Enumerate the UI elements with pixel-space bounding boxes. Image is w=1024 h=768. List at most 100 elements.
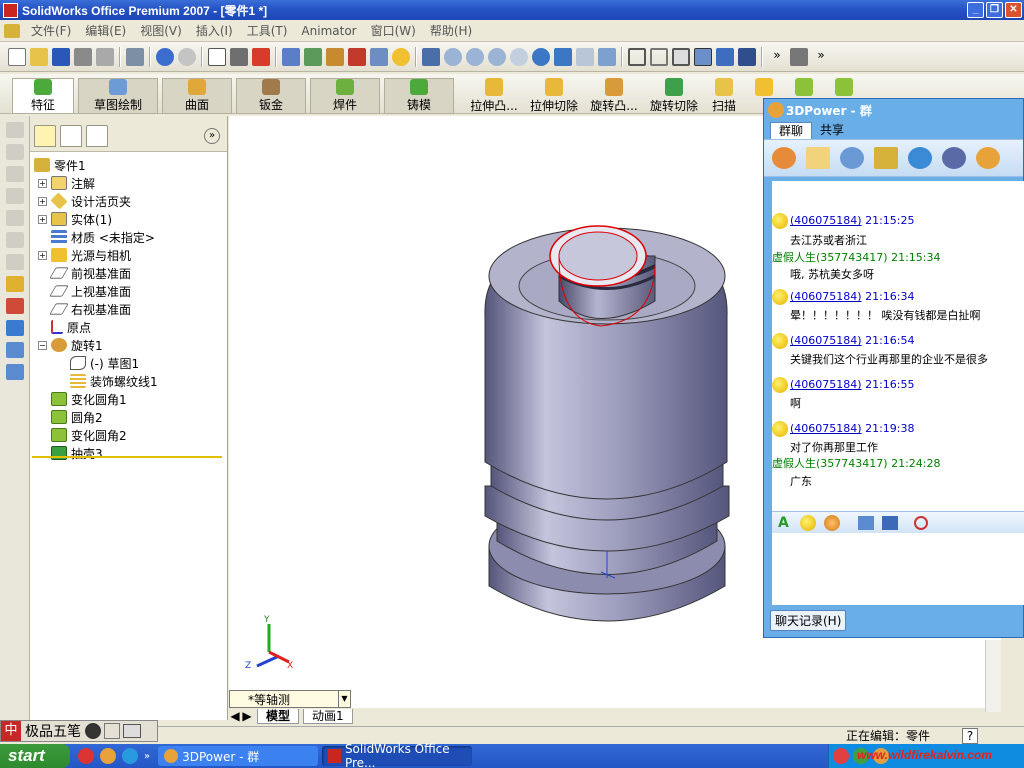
extruded-cut-button[interactable]: 拉伸切除 (524, 78, 584, 114)
paste-icon[interactable] (5, 364, 24, 380)
video-icon[interactable] (908, 147, 932, 169)
measure-icon[interactable] (422, 47, 440, 66)
print-preview-icon[interactable] (96, 47, 114, 66)
menu-window[interactable]: 窗口(W) (364, 22, 423, 39)
select-pointer-icon[interactable] (208, 47, 226, 66)
tree-item-lights-cameras[interactable]: + 光源与相机 (38, 246, 131, 264)
tree-item-solid-bodies[interactable]: + 实体(1) (38, 210, 112, 228)
tree-root[interactable]: 零件1 (34, 156, 86, 174)
tab-mold-tools[interactable]: 铸模 (384, 78, 454, 114)
toolbar-overflow-icon[interactable]: » (768, 48, 786, 66)
toolbar-overflow-2-icon[interactable]: » (812, 48, 830, 66)
tree-item-annotations[interactable]: + 注解 (38, 174, 95, 192)
ime-keyboard-icon[interactable] (123, 724, 141, 738)
task-qq-group[interactable]: 3DPower - 群 (158, 746, 319, 766)
close-button[interactable]: ✕ (1005, 2, 1022, 18)
revolved-boss-button[interactable]: 旋转凸... (584, 78, 644, 114)
rebuild-icon[interactable] (252, 47, 270, 66)
font-icon[interactable]: A (778, 515, 794, 531)
expand-toggle[interactable]: + (38, 214, 47, 224)
quicklaunch-3d-icon[interactable] (78, 748, 94, 764)
wireframe-icon[interactable] (628, 47, 646, 66)
expand-panel-icon[interactable]: » (204, 128, 220, 144)
menu-view[interactable]: 视图(V) (133, 22, 189, 39)
zoom-fit-icon[interactable] (444, 47, 462, 66)
tree-item-variable-fillet1[interactable]: 变化圆角1 (51, 390, 127, 408)
settings-icon[interactable] (942, 147, 966, 169)
tree-item-front-plane[interactable]: 前视基准面 (49, 264, 131, 282)
tab-scroll-right-icon[interactable]: ▶ (241, 709, 253, 723)
minimize-button[interactable]: _ (967, 2, 984, 18)
zoom-selection-icon[interactable] (510, 47, 528, 66)
power-icon[interactable] (790, 47, 808, 66)
message-sender[interactable]: (406075184) (790, 378, 862, 391)
menu-help[interactable]: 帮助(H) (423, 22, 479, 39)
copy-icon[interactable] (5, 342, 24, 358)
tree-item-origin[interactable]: 原点 (51, 318, 91, 336)
standard-views-icon[interactable] (598, 47, 616, 66)
tab-group-chat[interactable]: 群聊 (770, 122, 813, 139)
image-icon[interactable] (882, 515, 898, 530)
tab-surfaces[interactable]: 曲面 (162, 78, 232, 114)
zoom-area-icon[interactable] (466, 47, 484, 66)
ime-zhong-icon[interactable]: 中 (1, 721, 21, 741)
menu-file[interactable]: 文件(F) (24, 22, 78, 39)
message-sender[interactable]: (406075184) (790, 334, 862, 347)
start-button[interactable]: start (0, 744, 70, 768)
tab-features[interactable]: 特征 (12, 78, 74, 114)
viewport-scrollbar[interactable] (985, 640, 1001, 712)
sketch-pencil-icon[interactable] (5, 276, 24, 292)
tray-icon[interactable] (833, 748, 849, 764)
ime-punctuation-icon[interactable] (104, 723, 120, 739)
tab-sketch[interactable]: 草图绘制 (78, 78, 158, 114)
open-folder-icon[interactable] (30, 47, 48, 66)
notes-icon[interactable] (874, 147, 898, 169)
tab-animation1[interactable]: 动画1 (303, 708, 353, 724)
task-solidworks[interactable]: SolidWorks Office Pre... (322, 742, 473, 768)
members-icon[interactable] (772, 147, 796, 169)
ime-name[interactable]: 极品五笔 (25, 721, 81, 741)
new-file-icon[interactable] (8, 47, 26, 66)
pan-icon[interactable] (554, 47, 572, 66)
tree-item-sketch1[interactable]: (-) 草图1 (70, 354, 139, 372)
tab-weldments[interactable]: 焊件 (310, 78, 380, 114)
qq-message-list[interactable]: (406075184) 21:15:25 去江苏或者浙江 虚假人生(357743… (772, 181, 1024, 511)
hidden-lines-visible-icon[interactable] (650, 47, 668, 66)
rollback-bar[interactable] (32, 456, 222, 458)
extruded-boss-button[interactable]: 拉伸凸... (464, 78, 524, 114)
menu-tools[interactable]: 工具(T) (240, 22, 295, 39)
tree-item-material[interactable]: 材质 <未指定> (51, 228, 155, 246)
history-clear-icon[interactable] (914, 515, 928, 530)
save-icon[interactable] (52, 47, 70, 66)
expand-toggle[interactable]: + (38, 178, 47, 188)
restore-button[interactable]: ❐ (986, 2, 1003, 18)
options-icon[interactable] (126, 47, 144, 66)
solidworks-logo-icon[interactable] (4, 23, 20, 38)
collapse-toggle[interactable]: − (38, 340, 47, 350)
redo-icon[interactable] (178, 47, 196, 66)
undo-icon[interactable] (156, 47, 174, 66)
tree-item-revolve1[interactable]: − 旋转1 (38, 336, 103, 354)
magic-emoticon-icon[interactable] (824, 514, 840, 531)
message-sender[interactable]: (406075184) (790, 214, 862, 227)
message-sender[interactable]: 虚假人生(357743417) (772, 457, 888, 470)
screenshot-icon[interactable] (858, 515, 874, 530)
tree-item-right-plane[interactable]: 右视基准面 (49, 300, 131, 318)
message-sender[interactable]: 虚假人生(357743417) (772, 251, 888, 264)
appearance-icon[interactable] (348, 47, 366, 66)
tab-model[interactable]: 模型 (257, 708, 300, 724)
quicklaunch-ie-icon[interactable] (122, 748, 138, 764)
zoom-in-out-icon[interactable] (488, 47, 506, 66)
shaded-icon[interactable] (716, 47, 734, 66)
status-help-button[interactable]: ? (962, 727, 978, 744)
rotate-view-icon[interactable] (532, 47, 550, 66)
quicklaunch-qq-icon[interactable] (100, 748, 116, 764)
view-orientation-select[interactable]: *等轴测 ▼ (229, 690, 351, 708)
tab-share[interactable]: 共享 (812, 122, 852, 139)
previous-view-icon[interactable] (576, 47, 594, 66)
configuration-manager-tab[interactable] (86, 125, 108, 147)
print-icon[interactable] (74, 47, 92, 66)
menu-insert[interactable]: 插入(I) (189, 22, 240, 39)
tab-sheet-metal[interactable]: 钣金 (236, 78, 306, 114)
tree-item-shell3[interactable]: 抽壳3 (51, 444, 103, 462)
